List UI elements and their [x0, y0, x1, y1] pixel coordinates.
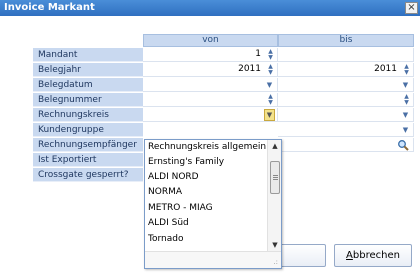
column-header-from: von	[143, 34, 278, 47]
window-title: Invoice Markant	[4, 2, 95, 13]
rechnungsempfaenger-to-field[interactable]	[278, 138, 414, 152]
list-item[interactable]: ALDI Süd	[148, 217, 189, 230]
belegnummer-to-field[interactable]: ▲ ▼	[278, 93, 414, 107]
scroll-up-icon[interactable]: ▲	[270, 141, 280, 151]
belegjahr-to-field[interactable]: 2011 ▲ ▼	[278, 63, 414, 77]
list-item[interactable]: NORMA	[148, 186, 182, 199]
belegjahr-from-value: 2011	[238, 64, 261, 74]
resize-grip-icon[interactable]: .:	[273, 258, 278, 266]
rechnungskreis-dropdown-list[interactable]: Rechnungskreis allgemein Ernsting's Fami…	[144, 139, 282, 269]
dropdown-resize-bar: .:	[145, 251, 281, 268]
rechnungskreis-from-field[interactable]: ▼	[143, 108, 278, 122]
chevron-down-icon[interactable]: ▼	[401, 110, 410, 120]
belegdatum-from-field[interactable]: ▼	[143, 78, 278, 92]
chevron-down-icon[interactable]: ▼	[401, 80, 410, 90]
spin-updown-icon[interactable]: ▲ ▼	[266, 49, 275, 61]
label-rechnungsempfaenger: Rechnungsempfänger	[33, 138, 143, 152]
label-belegdatum: Belegdatum	[33, 78, 143, 92]
list-item[interactable]: Ernsting's Family	[148, 156, 224, 169]
label-kundengruppe: Kundengruppe	[33, 123, 143, 137]
chevron-down-icon[interactable]: ▼	[264, 109, 275, 121]
mandant-from-value: 1	[255, 49, 261, 59]
label-mandant: Mandant	[33, 48, 143, 62]
dropdown-scrollbar[interactable]: ▲ ▼	[267, 140, 281, 251]
invoice-dialog: Invoice Markant × von bis Mandant 1 ▲ ▼ B…	[0, 0, 420, 278]
label-belegjahr: Belegjahr	[33, 63, 143, 77]
spin-updown-icon[interactable]: ▲ ▼	[266, 64, 275, 76]
spin-updown-icon[interactable]: ▲ ▼	[266, 94, 275, 106]
mandant-from-field[interactable]: 1 ▲ ▼	[143, 48, 278, 62]
chevron-down-icon[interactable]: ▼	[401, 125, 410, 135]
belegjahr-to-value: 2011	[374, 64, 397, 74]
list-item[interactable]: Rechnungskreis allgemein	[148, 141, 266, 154]
spin-updown-icon[interactable]: ▲ ▼	[402, 94, 411, 106]
label-rechnungskreis: Rechnungskreis	[33, 108, 143, 122]
close-button[interactable]: ×	[405, 2, 418, 14]
list-item[interactable]: METRO - MIAG	[148, 202, 213, 215]
chevron-down-icon[interactable]: ▼	[265, 80, 274, 90]
belegdatum-to-field[interactable]: ▼	[278, 78, 414, 92]
cancel-button[interactable]: Abbrechen	[334, 244, 412, 267]
search-icon[interactable]	[397, 139, 409, 151]
column-header-to: bis	[278, 34, 414, 47]
title-bar[interactable]: Invoice Markant ×	[0, 0, 420, 16]
label-belegnummer: Belegnummer	[33, 93, 143, 107]
scroll-down-icon[interactable]: ▼	[270, 240, 280, 250]
label-ist-exportiert: Ist Exportiert	[33, 153, 143, 167]
label-crossgate-gesperrt: Crossgate gesperrt?	[33, 168, 143, 182]
cancel-button-label: Abbrechen	[346, 250, 400, 261]
list-item[interactable]: Tornado	[148, 233, 183, 246]
rechnungskreis-to-field[interactable]: ▼	[278, 108, 414, 122]
spin-updown-icon[interactable]: ▲ ▼	[402, 64, 411, 76]
kundengruppe-to-field[interactable]: ▼	[278, 123, 414, 137]
belegnummer-from-field[interactable]: ▲ ▼	[143, 93, 278, 107]
scrollbar-thumb[interactable]	[270, 161, 280, 194]
belegjahr-from-field[interactable]: 2011 ▲ ▼	[143, 63, 278, 77]
mandant-to-field[interactable]	[278, 48, 414, 62]
list-item[interactable]: ALDI NORD	[148, 171, 199, 184]
